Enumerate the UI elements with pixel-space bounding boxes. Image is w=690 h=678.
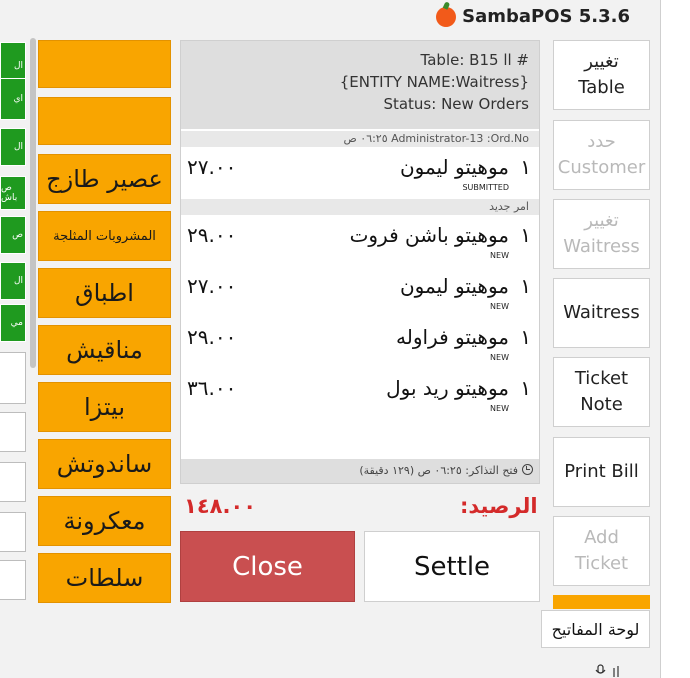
- green-item-button[interactable]: اي: [0, 78, 26, 120]
- order-info-line: ٠٦:٢٥ ص Administrator-13 :Ord.No: [181, 131, 539, 147]
- empty-item-button[interactable]: [0, 462, 26, 502]
- order-row[interactable]: ١ موهيتو فراوله ٢٩.٠٠ NEW: [181, 319, 539, 369]
- window-edge: [660, 0, 690, 678]
- add-ticket-button[interactable]: Add Ticket: [553, 516, 650, 586]
- category-button-pasta[interactable]: معكرونة: [38, 496, 171, 546]
- select-customer-button[interactable]: حدد Customer: [553, 120, 650, 190]
- green-item-button[interactable]: مي: [0, 304, 26, 342]
- category-button-fresh-juice[interactable]: عصير طازج: [38, 154, 171, 204]
- order-name: موهيتو باشن فروت: [349, 223, 509, 247]
- empty-item-button[interactable]: [0, 560, 26, 600]
- green-item-button[interactable]: ال: [0, 262, 26, 300]
- category-scrollbar[interactable]: [30, 38, 36, 598]
- change-waitress-button[interactable]: تغيير Waitress: [553, 199, 650, 269]
- close-button[interactable]: Close: [180, 531, 355, 602]
- clock-icon: [522, 464, 533, 475]
- ticket-open-time: فتح التذاكر: ٠٦:٢٥ ص (١٢٩ دقيقة): [359, 464, 518, 477]
- order-row[interactable]: ١ موهيتو ريد بول ٣٦.٠٠ NEW: [181, 370, 539, 420]
- order-state: NEW: [490, 353, 509, 362]
- green-item-button[interactable]: ص باش: [0, 176, 26, 210]
- balance-amount: ١٤٨.٠٠: [184, 494, 257, 518]
- settle-button[interactable]: Settle: [364, 531, 540, 602]
- order-row[interactable]: ١ موهيتو ليمون ٢٧.٠٠ SUBMITTED: [181, 149, 539, 199]
- order-qty: ١: [520, 325, 531, 349]
- orange-command-button[interactable]: [553, 595, 650, 609]
- ticket-panel: Table: B15 اا # {ENTITY NAME:Waitress} S…: [180, 40, 540, 484]
- ticket-header: Table: B15 اا # {ENTITY NAME:Waitress} S…: [181, 41, 539, 129]
- order-state: NEW: [490, 404, 509, 413]
- category-button-salads[interactable]: سلطات: [38, 553, 171, 603]
- category-button-iced-drinks[interactable]: المشروبات المثلجة: [38, 211, 171, 261]
- order-price: ٢٧.٠٠: [187, 274, 237, 298]
- empty-item-button[interactable]: [0, 512, 26, 552]
- empty-item-button[interactable]: [0, 412, 26, 452]
- order-qty: ١: [520, 376, 531, 400]
- order-qty: ١: [520, 155, 531, 179]
- empty-item-button[interactable]: [0, 352, 26, 404]
- category-button-dishes[interactable]: اطباق: [38, 268, 171, 318]
- order-state: NEW: [490, 251, 509, 260]
- order-name: موهيتو ريد بول: [386, 376, 509, 400]
- title-bar: SambaPOS 5.3.6: [0, 0, 660, 38]
- category-button[interactable]: [38, 40, 171, 88]
- category-button-sandwich[interactable]: ساندوتش: [38, 439, 171, 489]
- order-state: SUBMITTED: [462, 183, 509, 192]
- ticket-footer: فتح التذاكر: ٠٦:٢٥ ص (١٢٩ دقيقة): [181, 459, 539, 483]
- order-price: ٢٧.٠٠: [187, 155, 237, 179]
- balance-label: الرصيد:: [460, 494, 538, 518]
- order-row[interactable]: ١ موهيتو ليمون ٢٧.٠٠ NEW: [181, 268, 539, 318]
- order-row[interactable]: ١ موهيتو باشن فروت ٢٩.٠٠ NEW: [181, 217, 539, 267]
- green-item-button[interactable]: ال: [0, 128, 26, 166]
- order-price: ٢٩.٠٠: [187, 325, 237, 349]
- tomato-icon: [436, 6, 457, 27]
- order-qty: ١: [520, 223, 531, 247]
- order-price: ٢٩.٠٠: [187, 223, 237, 247]
- order-qty: ١: [520, 274, 531, 298]
- order-name: موهيتو ليمون: [399, 274, 509, 298]
- scrollbar-thumb[interactable]: [30, 38, 36, 368]
- waitress-button[interactable]: Waitress: [553, 278, 650, 348]
- category-button-manakish[interactable]: مناقيش: [38, 325, 171, 375]
- keyboard-button[interactable]: لوحة المفاتيح: [541, 610, 650, 648]
- order-state: NEW: [490, 302, 509, 311]
- ticket-table: Table: B15 اا #: [420, 51, 529, 69]
- category-button[interactable]: [38, 97, 171, 145]
- app-title: SambaPOS 5.3.6: [462, 6, 630, 27]
- ticket-entity: {ENTITY NAME:Waitress}: [339, 73, 529, 91]
- ticket-note-button[interactable]: Ticket Note: [553, 357, 650, 427]
- change-table-button[interactable]: تغيير Table: [553, 40, 650, 110]
- order-name: موهيتو ليمون: [399, 155, 509, 179]
- order-name: موهيتو فراوله: [396, 325, 509, 349]
- ticket-status: Status: New Orders: [383, 95, 529, 113]
- microphone-icon: [594, 664, 624, 678]
- new-order-line: امر جديد: [181, 199, 539, 215]
- green-item-button[interactable]: ص: [0, 216, 26, 254]
- app-logo: SambaPOS 5.3.6: [436, 6, 630, 27]
- print-bill-button[interactable]: Print Bill: [553, 437, 650, 507]
- category-button-pizza[interactable]: بيتزا: [38, 382, 171, 432]
- sambapos-window: SambaPOS 5.3.6 ال اي ال ص باش ص ال مي عص…: [0, 0, 690, 678]
- order-price: ٣٦.٠٠: [187, 376, 237, 400]
